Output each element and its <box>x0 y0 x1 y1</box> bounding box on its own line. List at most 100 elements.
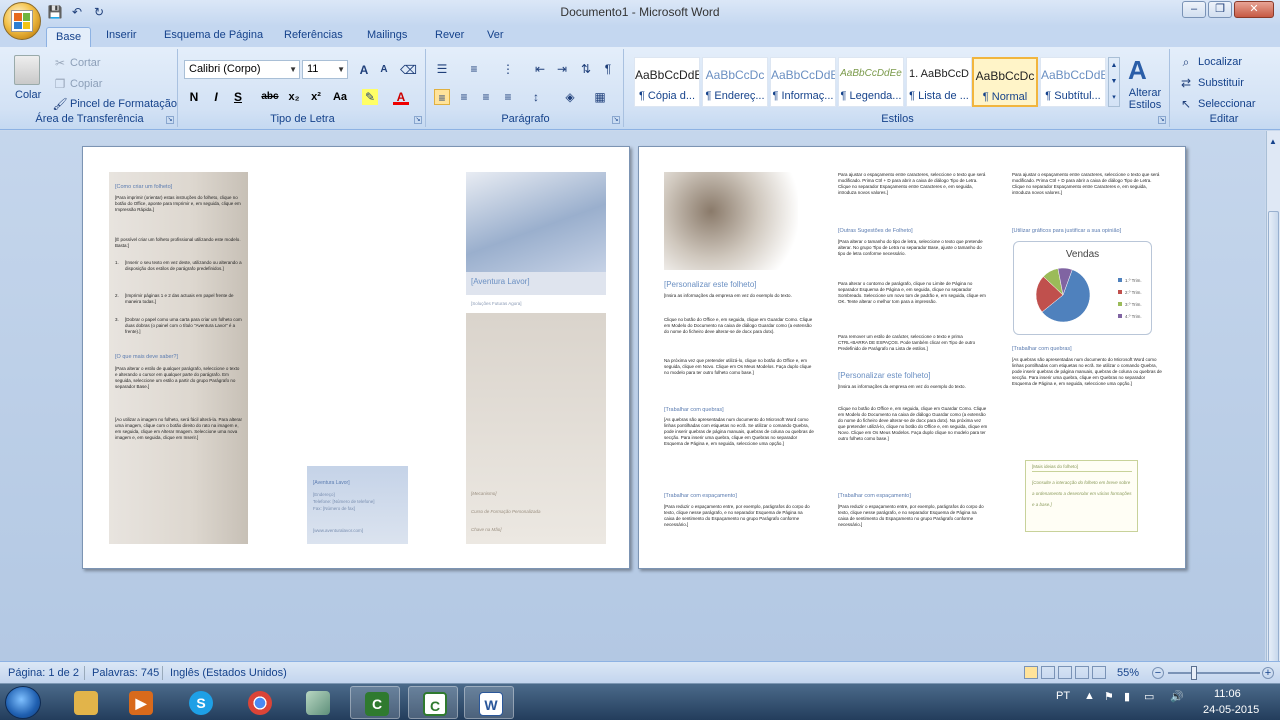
style-subtitulo[interactable]: AaBbCcDdE ¶ Subtítul... <box>1040 57 1106 107</box>
outline-view-icon[interactable] <box>1075 666 1089 679</box>
bullets-icon[interactable]: ☰ <box>434 61 450 77</box>
style-endereco[interactable]: AaBbCcDc ¶ Endereç... <box>702 57 768 107</box>
grow-font-icon[interactable]: A <box>356 62 372 78</box>
font-name-combo[interactable]: Calibri (Corpo) ▼ <box>184 60 300 79</box>
copy-button[interactable]: Copiar <box>70 78 102 90</box>
change-styles-button[interactable]: Alterar Estilos <box>1123 87 1167 111</box>
tab-esquema-pagina[interactable]: Esquema de Página <box>164 29 263 41</box>
print-layout-icon[interactable] <box>1024 666 1038 679</box>
taskbar-media-player[interactable]: ▶ <box>115 686 165 719</box>
sales-chart[interactable]: Vendas 1.º Trim. 2.º Trim. 3.º Trim. 4.º Tr… <box>1013 241 1152 335</box>
start-button[interactable] <box>5 686 41 719</box>
tab-referencias[interactable]: Referências <box>284 29 343 41</box>
paste-icon[interactable] <box>14 55 40 85</box>
highlight-icon[interactable]: ✎ <box>362 89 378 105</box>
language-indicator[interactable]: PT <box>1056 690 1070 702</box>
styles-launcher-icon[interactable]: ↘ <box>1158 116 1166 124</box>
bold-button[interactable]: N <box>184 88 204 106</box>
replace-button[interactable]: Substituir <box>1198 77 1244 89</box>
change-case-button[interactable]: Aa <box>330 88 350 106</box>
signal-icon[interactable]: ▮ <box>1124 690 1130 703</box>
underline-button[interactable]: S <box>228 88 248 106</box>
tab-rever[interactable]: Rever <box>435 29 464 41</box>
decrease-indent-icon[interactable]: ⇤ <box>532 61 548 77</box>
increase-indent-icon[interactable]: ⇥ <box>554 61 570 77</box>
font-launcher-icon[interactable]: ↘ <box>414 116 422 124</box>
network-icon[interactable]: ⚑ <box>1104 690 1114 703</box>
word-count[interactable]: Palavras: 745 <box>92 667 159 679</box>
power-icon[interactable]: ▭ <box>1144 690 1154 703</box>
scroll-thumb[interactable] <box>1268 211 1279 671</box>
show-formatting-icon[interactable]: ¶ <box>600 61 616 77</box>
maximize-button[interactable]: ❐ <box>1208 1 1232 18</box>
paste-button[interactable]: Colar <box>15 89 41 101</box>
style-informacao[interactable]: AaBbCcDdE ¶ Informaç... <box>770 57 836 107</box>
minimize-button[interactable]: – <box>1182 1 1206 18</box>
clipboard-launcher-icon[interactable]: ↘ <box>166 116 174 124</box>
taskbar-word[interactable]: W <box>464 686 514 719</box>
style-lista[interactable]: 1. AaBbCcD ¶ Lista de ... <box>906 57 972 107</box>
column-1-image[interactable] <box>664 172 798 270</box>
style-legenda[interactable]: AaBbCcDdEe ¶ Legenda... <box>838 57 904 107</box>
font-size-combo[interactable]: 11 ▼ <box>302 60 348 79</box>
language-status[interactable]: Inglês (Estados Unidos) <box>170 667 287 679</box>
page-1[interactable]: [Como criar um folheto] [Para imprimir (… <box>82 146 630 569</box>
office-button[interactable] <box>3 2 41 40</box>
styles-scroll[interactable]: ▲ ▼ ▾ <box>1108 57 1120 107</box>
find-button[interactable]: Localizar <box>1198 56 1242 68</box>
line-spacing-icon[interactable]: ↕ <box>528 89 544 105</box>
sort-icon[interactable]: ⇅ <box>578 61 594 77</box>
taskbar-skype[interactable]: S <box>175 686 225 719</box>
tab-mailings[interactable]: Mailings <box>367 29 407 41</box>
zoom-in-icon[interactable]: + <box>1262 667 1274 679</box>
taskbar-explorer[interactable] <box>60 686 110 719</box>
zoom-slider[interactable] <box>1168 672 1260 674</box>
align-right-icon[interactable]: ≡ <box>478 89 494 105</box>
tab-ver[interactable]: Ver <box>487 29 504 41</box>
taskbar-app[interactable] <box>292 686 342 719</box>
strikethrough-button[interactable]: abc <box>260 88 280 106</box>
cut-button[interactable]: Cortar <box>70 57 101 69</box>
change-styles-icon[interactable]: A <box>1128 55 1147 86</box>
clear-format-icon[interactable]: ⌫ <box>400 62 417 78</box>
shrink-font-icon[interactable]: A <box>376 62 392 78</box>
page-2[interactable]: [Personalizar este folheto] [Insira as i… <box>638 146 1186 569</box>
borders-icon[interactable]: ▦ <box>592 89 608 105</box>
taskbar-chrome[interactable] <box>234 686 284 719</box>
clock-time[interactable]: 11:06 <box>1214 688 1241 700</box>
paragraph-launcher-icon[interactable]: ↘ <box>612 116 620 124</box>
align-left-icon[interactable]: ≡ <box>434 89 450 105</box>
shading-icon[interactable]: ◈ <box>562 89 578 105</box>
italic-button[interactable]: I <box>206 88 226 106</box>
taskbar-camtasia-2[interactable]: C <box>408 686 458 719</box>
tab-inserir[interactable]: Inserir <box>106 29 137 41</box>
font-color-icon[interactable]: A <box>393 89 409 105</box>
superscript-button[interactable]: x² <box>306 88 326 106</box>
scroll-up-icon[interactable]: ▲ <box>1269 137 1277 146</box>
select-button[interactable]: Seleccionar <box>1198 98 1255 110</box>
align-center-icon[interactable]: ≡ <box>456 89 472 105</box>
zoom-level[interactable]: 55% <box>1117 667 1139 679</box>
volume-icon[interactable]: 🔊 <box>1170 690 1184 703</box>
show-hidden-icons[interactable]: ▲ <box>1084 690 1095 702</box>
numbering-icon[interactable]: ≡ <box>466 61 482 77</box>
format-painter-button[interactable]: Pincel de Formatação <box>70 98 177 110</box>
close-button[interactable]: ✕ <box>1234 1 1274 18</box>
zoom-slider-thumb[interactable] <box>1191 666 1197 680</box>
c2-heading-2: [Personalizar este folheto] <box>838 371 931 380</box>
zoom-out-icon[interactable]: − <box>1152 667 1164 679</box>
page-count[interactable]: Página: 1 de 2 <box>8 667 79 679</box>
clock-date[interactable]: 24-05-2015 <box>1203 704 1259 716</box>
full-screen-reading-icon[interactable] <box>1041 666 1055 679</box>
subscript-button[interactable]: x₂ <box>284 88 304 106</box>
draft-view-icon[interactable] <box>1092 666 1106 679</box>
multilevel-list-icon[interactable]: ⋮ <box>500 61 516 77</box>
justify-icon[interactable]: ≡ <box>500 89 516 105</box>
vertical-scrollbar[interactable]: ▲ <box>1266 131 1280 671</box>
web-layout-icon[interactable] <box>1058 666 1072 679</box>
style-copia[interactable]: AaBbCcDdE ¶ Cópia d... <box>634 57 700 107</box>
tab-base[interactable]: Base <box>46 27 92 47</box>
taskbar-camtasia-1[interactable]: C <box>350 686 400 719</box>
cover-image[interactable] <box>466 172 606 272</box>
style-normal[interactable]: AaBbCcDc ¶ Normal <box>972 57 1038 107</box>
